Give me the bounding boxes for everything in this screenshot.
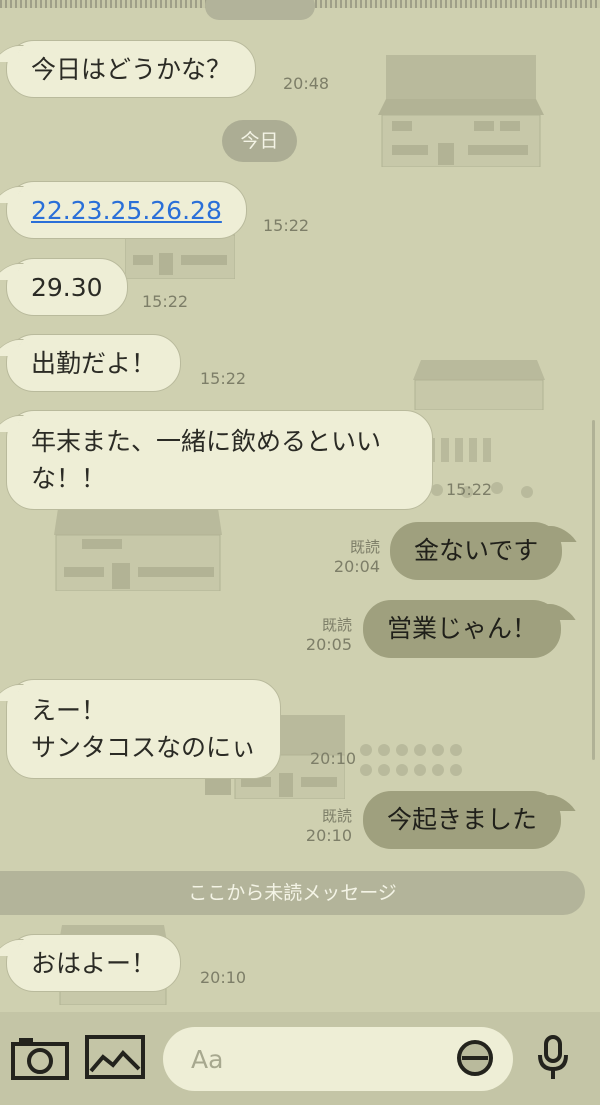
message-timestamp: 15:22 [200,369,247,388]
scrollbar[interactable] [592,420,595,760]
message-meta: 既読 20:10 [306,806,352,846]
message-timestamp: 20:10 [310,749,357,768]
sticker-icon [456,1039,494,1081]
message-bubble-incoming[interactable]: 年末また、一緒に飲めるといい な！！ [6,410,433,510]
message-text-line: えー！ [31,696,107,725]
background-house-illustration [413,360,545,410]
message-meta: 既読 20:05 [306,615,352,655]
message-text-line: な！！ [31,464,107,493]
camera-button[interactable] [10,1034,70,1084]
message-link[interactable]: 22.23.25.26.28 [31,196,222,225]
microphone-button[interactable] [535,1035,571,1085]
chat-area[interactable]: 今日はどうかな？ 20:48 今日 22.23.25.26.28 15:22 2… [0,0,600,1012]
message-bubble-outgoing[interactable]: 金ないです [390,522,563,580]
previous-date-pill [205,0,315,20]
message-timestamp: 20:48 [283,74,330,93]
message-text: 営業じゃん！ [387,614,538,643]
message-bubble-incoming[interactable]: えー！ サンタコスなのにぃ [6,679,282,779]
message-bubble-incoming[interactable]: 22.23.25.26.28 [6,181,247,239]
message-text: 今起きました [387,805,538,834]
background-house-illustration [378,55,544,167]
message-meta: 既読 20:04 [334,537,380,577]
message-timestamp: 15:22 [263,216,310,235]
message-bubble-incoming[interactable]: 29.30 [6,258,128,316]
message-text-line: サンタコスなのにぃ [31,733,257,762]
message-bubble-incoming[interactable]: おはよー！ [6,934,182,992]
message-text: 金ないです [414,536,539,565]
message-input-bar [0,1012,600,1105]
message-text-line: 年末また、一緒に飲めるといい [31,427,382,456]
message-text: 29.30 [31,273,103,302]
message-timestamp: 20:10 [200,968,247,987]
date-separator: 今日 [222,120,297,162]
unread-separator: ここから未読メッセージ [0,871,585,915]
message-bubble-outgoing[interactable]: 今起きました [363,791,562,849]
camera-icon [11,1034,69,1084]
read-receipt: 既読 [321,807,352,825]
message-timestamp: 20:10 [305,826,352,845]
message-timestamp: 15:22 [142,292,189,311]
message-timestamp: 20:05 [305,635,352,654]
photo-icon [85,1035,145,1083]
message-timestamp: 20:04 [333,557,380,576]
message-timestamp: 15:22 [446,480,493,499]
background-bushes-illustration [358,740,468,796]
message-bubble-incoming[interactable]: 今日はどうかな？ [6,40,257,98]
read-receipt: 既読 [321,616,352,634]
message-text: おはよー！ [31,949,157,978]
microphone-icon [536,1035,570,1085]
message-text: 出勤だよ！ [31,349,157,378]
photo-button[interactable] [84,1035,146,1083]
message-bubble-outgoing[interactable]: 営業じゃん！ [363,600,562,658]
message-text: 今日はどうかな？ [31,55,232,84]
read-receipt: 既読 [349,538,380,556]
message-bubble-incoming[interactable]: 出勤だよ！ [6,334,182,392]
sticker-button[interactable] [455,1040,495,1080]
